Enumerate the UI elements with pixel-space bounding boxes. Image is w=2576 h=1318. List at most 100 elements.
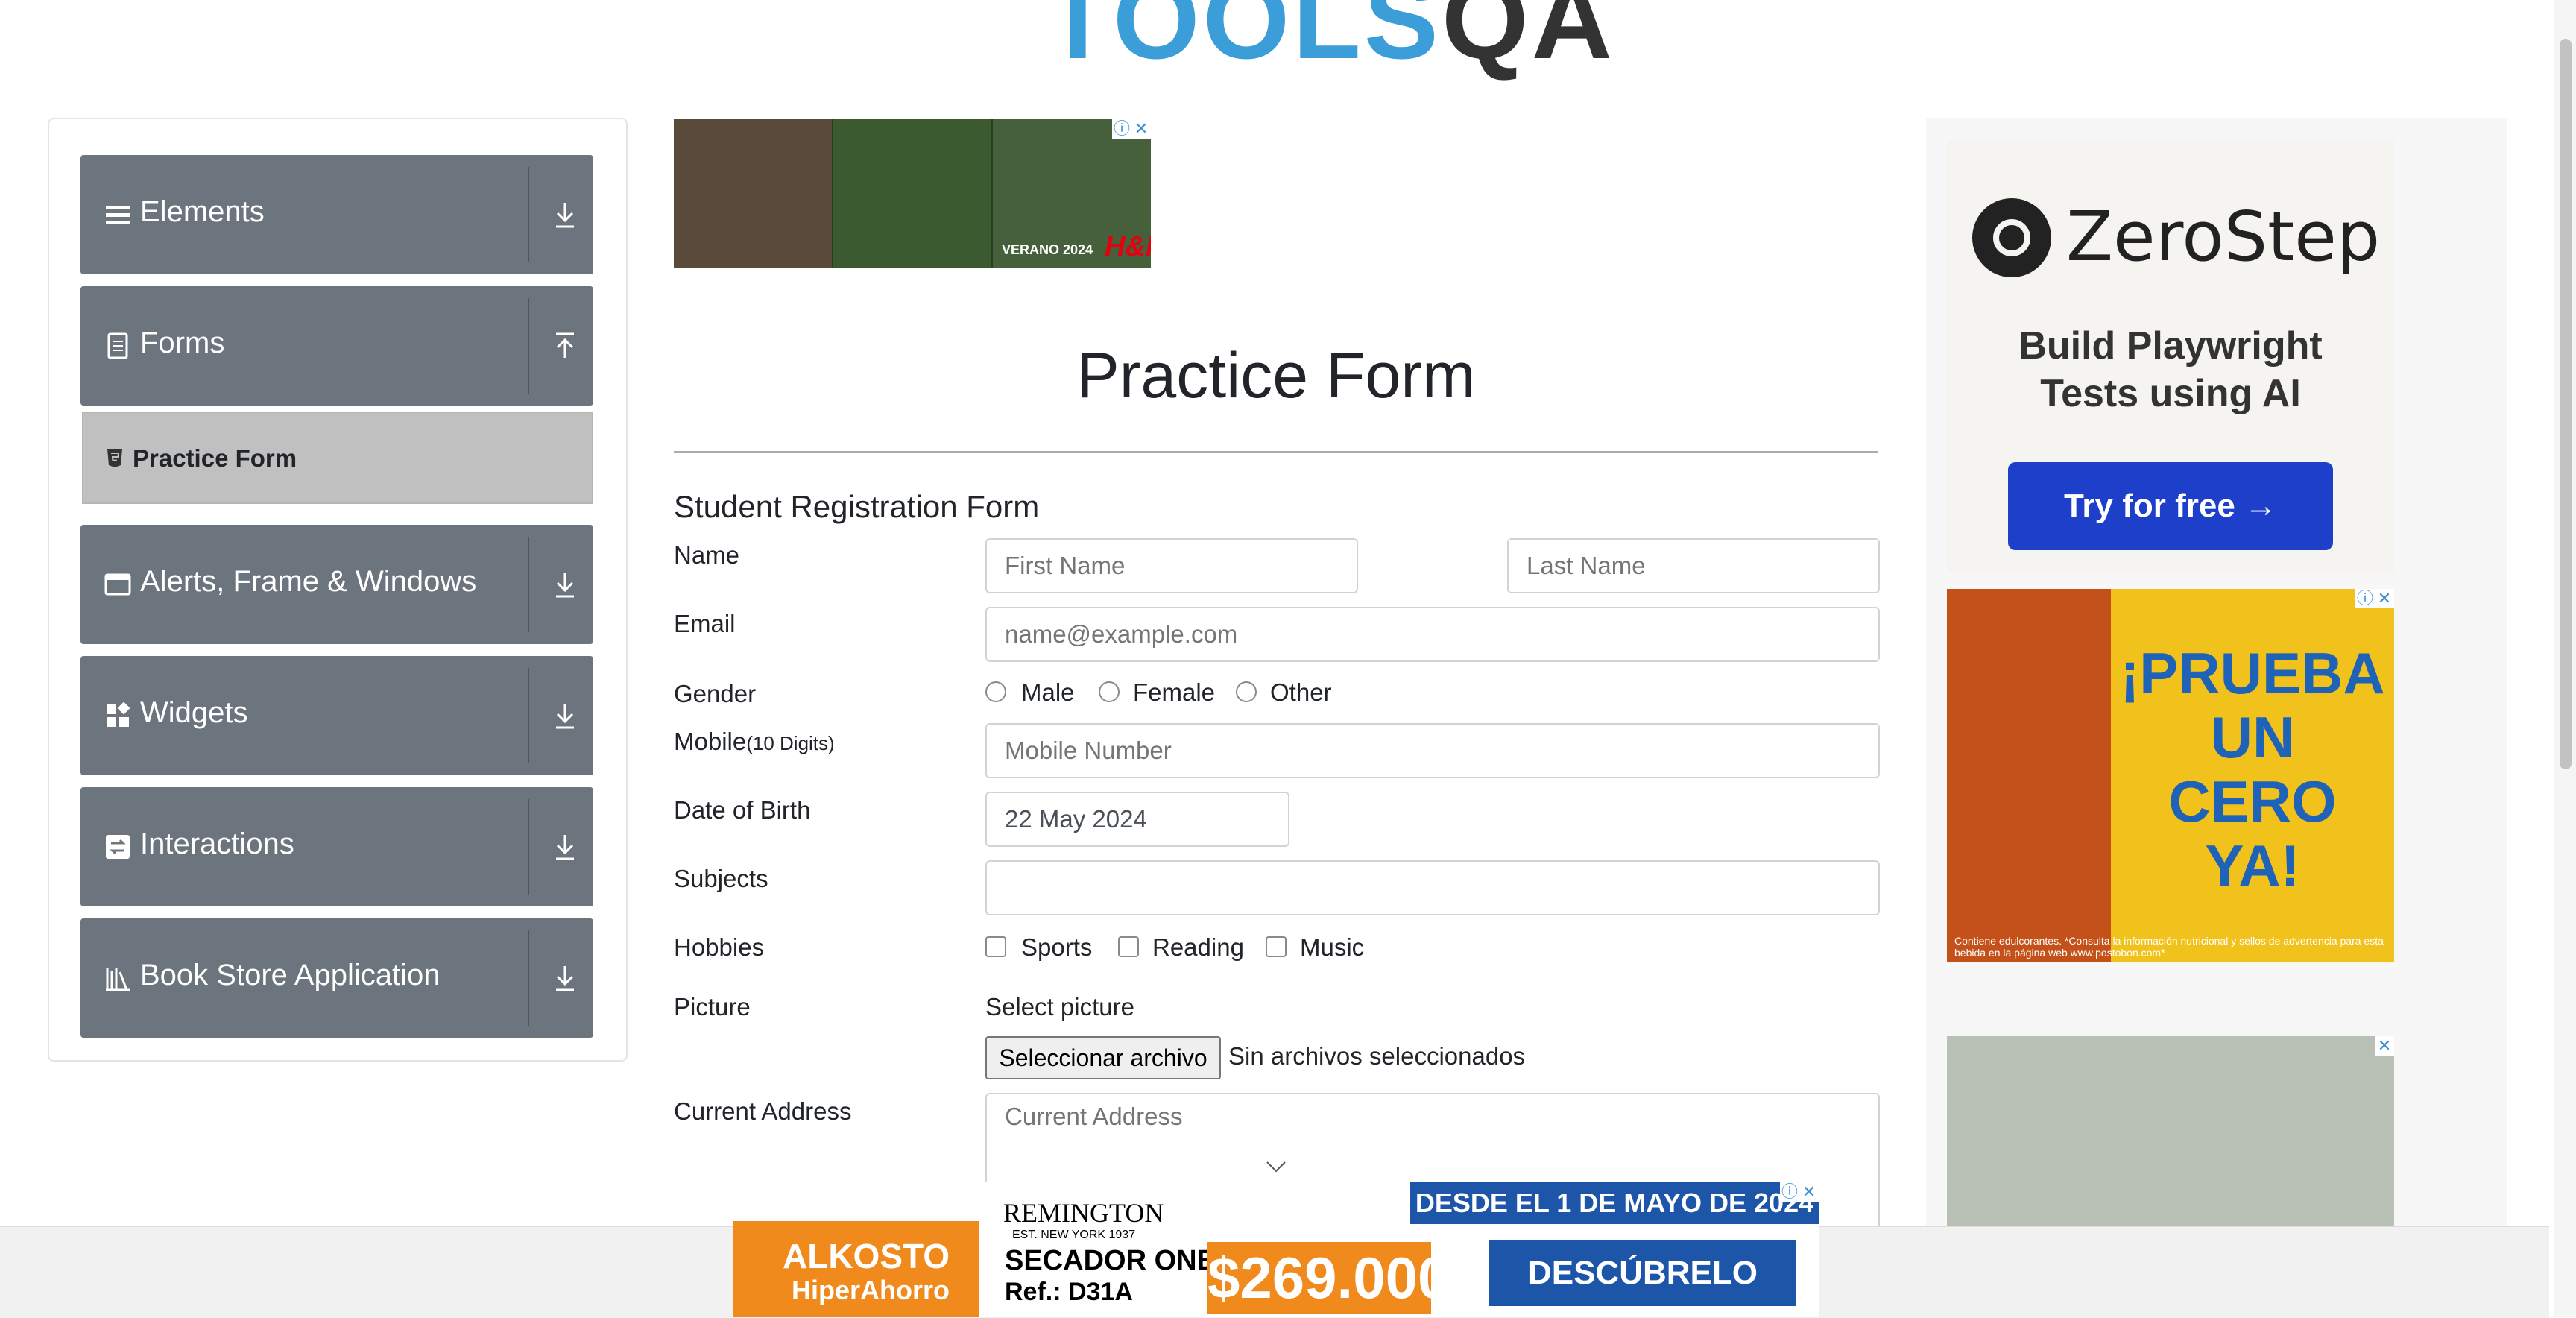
divider xyxy=(528,537,529,632)
mobile-input[interactable] xyxy=(985,723,1880,778)
ad-info-icon[interactable]: ⓘ xyxy=(1780,1182,1799,1202)
dob-label: Date of Birth xyxy=(674,796,811,824)
dob-input[interactable]: 22 May 2024 xyxy=(985,792,1289,847)
logo-text-tools: TOOLS xyxy=(1044,0,1442,82)
toolsqa-logo[interactable]: TOOLSQA xyxy=(1044,0,1612,82)
divider xyxy=(528,668,529,763)
arrow-down-icon[interactable] xyxy=(552,568,578,601)
sidebar-group-book-store[interactable]: Book Store Application xyxy=(80,918,593,1038)
ad-close-icon[interactable]: ✕ xyxy=(1131,119,1151,139)
divider xyxy=(528,167,529,262)
arrow-down-icon[interactable] xyxy=(552,699,578,732)
hobby-checkbox-music[interactable] xyxy=(1266,936,1287,957)
ad-info-icon[interactable]: ⓘ xyxy=(1112,119,1131,139)
sidebar: Elements Forms Practice Form Alerts, Fra… xyxy=(48,118,628,1062)
scrollbar-thumb[interactable] xyxy=(2560,39,2572,769)
divider xyxy=(674,451,1878,453)
ad-tag: VERANO 2024 xyxy=(1002,242,1093,257)
ad-zerostep[interactable]: ZeroStep Build Playwright Tests using AI … xyxy=(1947,140,2394,573)
sidebar-group-alerts[interactable]: Alerts, Frame & Windows xyxy=(80,525,593,644)
ad-tagline-1: Build Playwright xyxy=(2018,324,2323,368)
ad-close-icon[interactable]: ✕ xyxy=(2375,589,2394,608)
ad-banner-bottom[interactable]: ALKOSTO HiperAhorro REMINGTON EST. NEW Y… xyxy=(733,1182,1819,1317)
hobby-checkbox-sports[interactable] xyxy=(985,936,1006,957)
sidebar-group-label: Forms xyxy=(140,327,225,359)
sidebar-group-widgets[interactable]: Widgets xyxy=(80,656,593,775)
gender-option-label[interactable]: Female xyxy=(1133,678,1215,707)
picture-prompt: Select picture xyxy=(985,993,1134,1021)
logo-text-qa: QA xyxy=(1441,0,1615,82)
hobby-option-label[interactable]: Reading xyxy=(1152,933,1244,962)
ad-tagline-2: Tests using AI xyxy=(2040,372,2301,415)
ad-store-name: ALKOSTO xyxy=(783,1237,950,1276)
library-icon xyxy=(106,968,130,991)
ad-headline: ¡PRUEBA UN CERO YA! xyxy=(2118,641,2387,898)
form-icon xyxy=(107,332,128,359)
sidebar-item-practice-form[interactable]: Practice Form xyxy=(82,412,593,504)
gender-radio-female[interactable] xyxy=(1099,681,1120,702)
ad-headline-2: CERO xyxy=(2168,769,2337,834)
gender-label: Gender xyxy=(674,680,757,707)
last-name-input[interactable] xyxy=(1507,538,1880,593)
form-title: Student Registration Form xyxy=(674,489,1040,524)
chevron-down-icon xyxy=(1266,1161,1286,1173)
ad-brand: H&M xyxy=(1105,231,1151,262)
ad-tagline: Build Playwright Tests using AI xyxy=(1947,322,2394,417)
email-input[interactable] xyxy=(985,607,1880,662)
ad-brand: REMINGTON xyxy=(1003,1198,1164,1228)
subjects-input[interactable] xyxy=(985,860,1880,915)
gender-option-label[interactable]: Other xyxy=(1270,678,1332,707)
ad-headline-1: ¡PRUEBA UN xyxy=(2120,640,2385,770)
interactions-icon xyxy=(106,835,130,859)
ad-close-icon[interactable]: ✕ xyxy=(2375,1036,2394,1056)
ad-date: DESDE EL 1 DE MAYO DE 2024 xyxy=(1410,1182,1819,1224)
divider xyxy=(528,298,529,394)
sidebar-group-label: Interactions xyxy=(140,827,294,860)
ad-photo xyxy=(674,119,832,268)
ad-brand-name: ZeroStep xyxy=(2066,197,2381,277)
window-icon xyxy=(104,573,131,596)
email-label: Email xyxy=(674,610,736,637)
hobby-option-label[interactable]: Sports xyxy=(1021,933,1092,962)
address-label: Current Address xyxy=(674,1097,852,1125)
divider xyxy=(528,930,529,1026)
gender-option-label[interactable]: Male xyxy=(1021,678,1075,707)
ad-fine-print: Contiene edulcorantes. *Consulta la info… xyxy=(1954,935,2384,959)
ad-fuze-tea[interactable]: ¡PRUEBA UN CERO YA! Contiene edulcorantes.… xyxy=(1947,589,2394,962)
first-name-input[interactable] xyxy=(985,538,1358,593)
hobby-checkbox-reading[interactable] xyxy=(1118,936,1139,957)
ad-price: $269.000 xyxy=(1208,1242,1450,1314)
arrow-down-icon[interactable] xyxy=(552,198,578,231)
sidebar-group-elements[interactable]: Elements xyxy=(80,155,593,274)
choose-file-button[interactable]: Seleccionar archivo xyxy=(985,1036,1221,1079)
divider xyxy=(528,799,529,895)
widgets-icon xyxy=(107,702,130,727)
ad-brand-est: EST. NEW YORK 1937 xyxy=(1012,1229,1136,1241)
sidebar-item-label: Practice Form xyxy=(133,444,297,472)
page-title: Practice Form xyxy=(1076,340,1476,412)
gender-radio-other[interactable] xyxy=(1236,681,1257,702)
sidebar-group-forms[interactable]: Forms xyxy=(80,286,593,406)
try-for-free-button[interactable]: Try for free → xyxy=(2008,462,2333,550)
html-icon xyxy=(107,449,122,467)
hobbies-label: Hobbies xyxy=(674,933,765,961)
file-status: Sin archivos seleccionados xyxy=(1228,1042,1526,1070)
arrow-down-icon[interactable] xyxy=(552,830,578,863)
arrow-up-icon[interactable] xyxy=(552,330,578,362)
gender-radio-male[interactable] xyxy=(985,681,1006,702)
mobile-label: Mobile(10 Digits) xyxy=(674,728,835,756)
menu-icon xyxy=(106,206,130,224)
sidebar-group-interactions[interactable]: Interactions xyxy=(80,787,593,906)
ad-banner-top[interactable]: VERANO 2024 H&M ⓘ ✕ xyxy=(674,119,1151,268)
sidebar-group-label: Elements xyxy=(140,195,265,228)
ad-cta-button[interactable]: DESCÚBRELO AQUÍ xyxy=(1489,1240,1796,1306)
ad-photo xyxy=(833,119,991,268)
ad-info-icon[interactable]: ⓘ xyxy=(2355,589,2375,608)
sidebar-group-label: Widgets xyxy=(140,696,248,729)
ad-close-icon[interactable]: ✕ xyxy=(1799,1182,1819,1202)
sidebar-group-label: Book Store Application xyxy=(140,959,441,991)
arrow-down-icon[interactable] xyxy=(552,962,578,994)
zerostep-logo-icon xyxy=(1972,198,2051,277)
hobby-option-label[interactable]: Music xyxy=(1300,933,1364,962)
ad-product: SECADOR ONE xyxy=(1005,1245,1216,1276)
